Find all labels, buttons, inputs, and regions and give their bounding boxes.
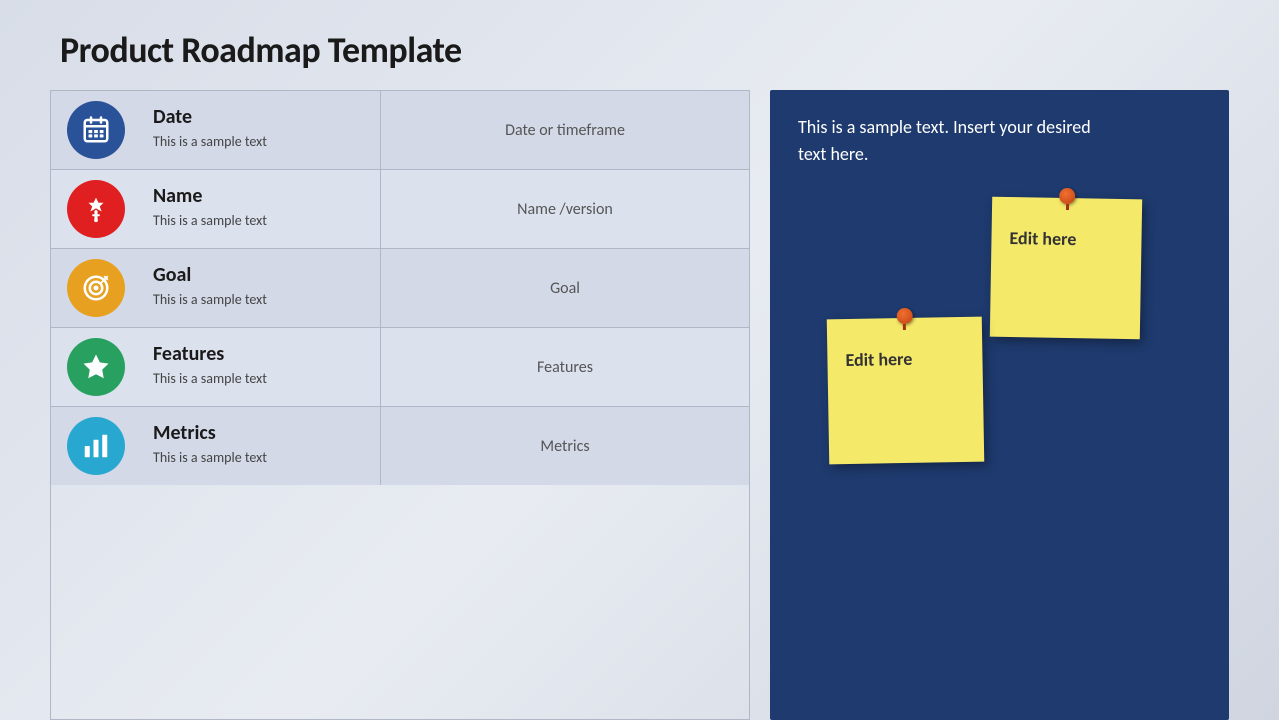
table-row-date: Date This is a sample text Date or timef… (51, 91, 749, 170)
name-icon-cell (51, 170, 141, 248)
metrics-icon-cell (51, 407, 141, 485)
date-label-title: Date (153, 105, 368, 129)
goal-icon-cell (51, 249, 141, 327)
sticky-notes-area: Edit here Edit here (798, 198, 1201, 696)
table-row-features: Features This is a sample text Features (51, 328, 749, 407)
right-panel: This is a sample text. Insert your desir… (770, 90, 1229, 720)
metrics-label-title: Metrics (153, 421, 368, 445)
date-icon (67, 101, 125, 159)
pin-1 (1058, 188, 1076, 206)
name-label-cell: Name This is a sample text (141, 170, 381, 248)
table-row-goal: Goal This is a sample text Goal (51, 249, 749, 328)
name-label-title: Name (153, 184, 368, 208)
right-panel-intro[interactable]: This is a sample text. Insert your desir… (798, 114, 1118, 168)
table-row-metrics: Metrics This is a sample text Metrics (51, 407, 749, 485)
main-content: Date This is a sample text Date or timef… (0, 90, 1279, 720)
sticky-note-2-text[interactable]: Edit here (845, 348, 912, 371)
date-label-sub: This is a sample text (153, 133, 368, 150)
features-label-sub: This is a sample text (153, 370, 368, 387)
sticky-note-1-text[interactable]: Edit here (1009, 227, 1076, 250)
date-value[interactable]: Date or timeframe (381, 91, 749, 169)
table-row-name: Name This is a sample text Name /version (51, 170, 749, 249)
roadmap-table: Date This is a sample text Date or timef… (50, 90, 750, 720)
metrics-value[interactable]: Metrics (381, 407, 749, 485)
date-icon-cell (51, 91, 141, 169)
date-label-cell: Date This is a sample text (141, 91, 381, 169)
features-icon-cell (51, 328, 141, 406)
sticky-note-2[interactable]: Edit here (827, 317, 985, 465)
goal-icon (67, 259, 125, 317)
goal-label-title: Goal (153, 263, 368, 287)
features-label-cell: Features This is a sample text (141, 328, 381, 406)
features-label-title: Features (153, 342, 368, 366)
pin-2 (895, 308, 913, 326)
name-label-sub: This is a sample text (153, 212, 368, 229)
metrics-label-sub: This is a sample text (153, 449, 368, 466)
goal-label-sub: This is a sample text (153, 291, 368, 308)
features-icon (67, 338, 125, 396)
page-title: Product Roadmap Template (0, 0, 1279, 90)
goal-value[interactable]: Goal (381, 249, 749, 327)
goal-label-cell: Goal This is a sample text (141, 249, 381, 327)
name-icon (67, 180, 125, 238)
name-value[interactable]: Name /version (381, 170, 749, 248)
sticky-note-1[interactable]: Edit here (990, 197, 1142, 340)
metrics-icon (67, 417, 125, 475)
features-value[interactable]: Features (381, 328, 749, 406)
metrics-label-cell: Metrics This is a sample text (141, 407, 381, 485)
